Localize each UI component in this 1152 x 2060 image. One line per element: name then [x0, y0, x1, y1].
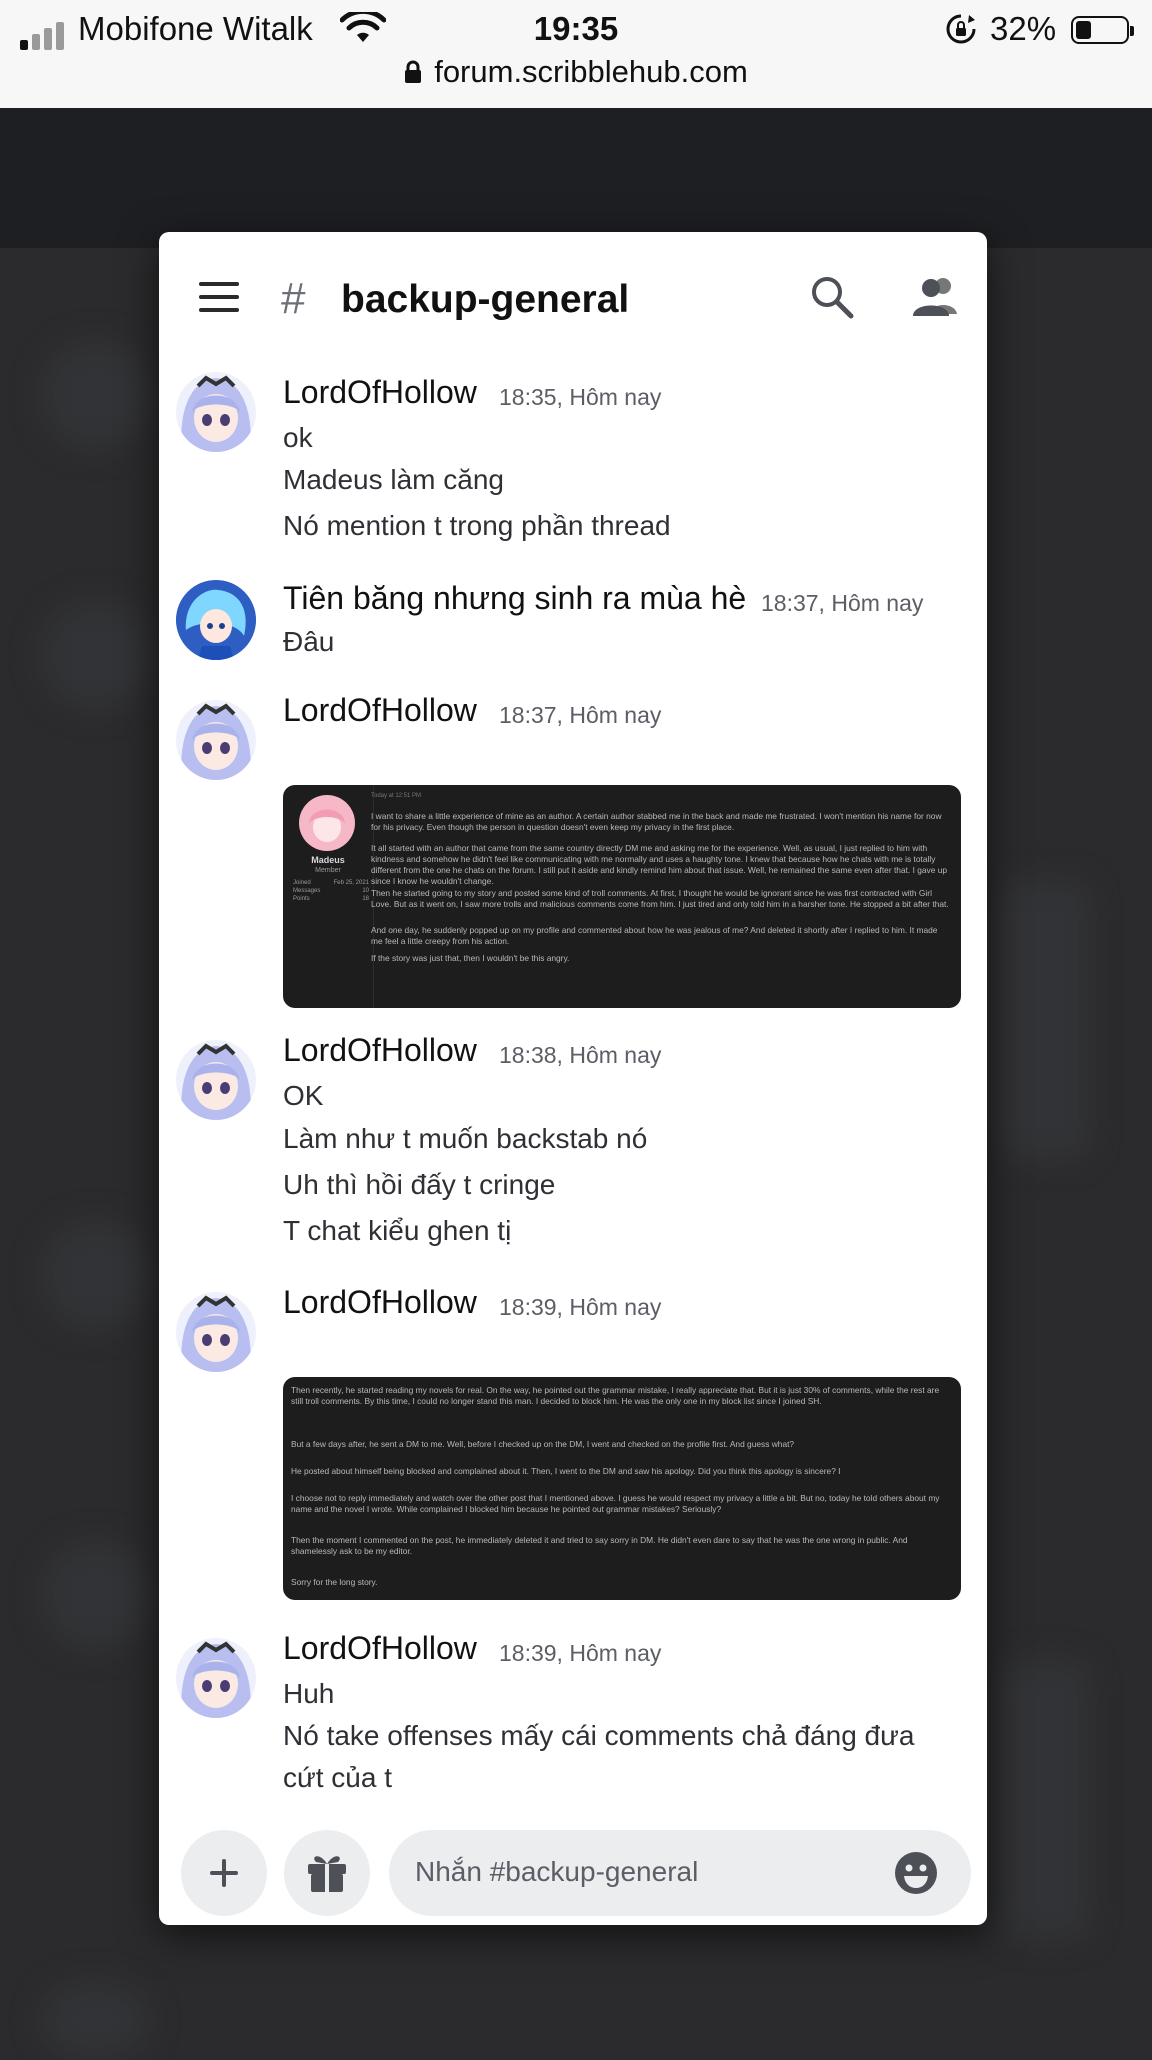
message-timestamp: 18:37, Hôm nay	[499, 702, 662, 728]
message: LordOfHollow 18:39, Hôm nay Then recentl…	[159, 1284, 987, 1604]
background-panel	[1000, 1660, 1090, 1940]
message-line: Nó take offenses mấy cái comments chả đá…	[283, 1720, 915, 1751]
background-avatar	[40, 1220, 150, 1330]
message: LordOfHollow 18:38, Hôm nay OK Làm như t…	[159, 1032, 987, 1272]
status-row: Mobifone Witalk 19:35 32%	[0, 8, 1152, 52]
message-line: T chat kiểu ghen tị	[283, 1215, 512, 1246]
background-avatar	[40, 1540, 150, 1650]
status-time: 19:35	[533, 10, 619, 47]
background-avatar	[40, 600, 150, 710]
profile-name: Madeus	[311, 855, 345, 865]
post-paragraph: It all started with an author that came …	[371, 843, 948, 886]
post-paragraph: Then he started going to my story and po…	[371, 888, 949, 909]
chat-window: # backup-general LordOfHollow 18:35, Hôm…	[159, 232, 987, 1925]
message-line: ok	[283, 422, 313, 453]
gift-icon	[308, 1856, 346, 1892]
channel-hash-icon: #	[281, 274, 306, 323]
image-attachment[interactable]: Then recently, he started reading my nov…	[283, 1377, 961, 1600]
message-timestamp: 18:38, Hôm nay	[499, 1042, 662, 1068]
channel-title: backup-general	[341, 278, 630, 321]
message: LordOfHollow 18:35, Hôm nay ok Madeus là…	[159, 362, 987, 562]
message-line: Uh thì hồi đấy t cringe	[283, 1169, 556, 1200]
image-attachment[interactable]: Madeus Member Joined Feb 25, 2021 Message…	[283, 785, 961, 1008]
profile-role: Member	[315, 867, 341, 874]
background-page-header	[0, 108, 1152, 248]
message: Tiên băng nhưng sinh ra mùa hè 18:37, Hô…	[159, 572, 987, 682]
battery-fill	[1076, 21, 1091, 39]
avatar[interactable]	[176, 700, 256, 780]
author-name[interactable]: LordOfHollow	[283, 1284, 477, 1321]
emoji-icon[interactable]	[893, 1850, 939, 1896]
author-name[interactable]: LordOfHollow	[283, 1630, 477, 1667]
background-panel	[1000, 880, 1090, 1160]
members-icon[interactable]	[911, 274, 961, 318]
author-name[interactable]: LordOfHollow	[283, 692, 477, 729]
author-name[interactable]: Tiên băng nhưng sinh ra mùa hè	[283, 580, 746, 617]
message: LordOfHollow 18:37, Hôm nay Madeus Membe…	[159, 692, 987, 1012]
channel-header: # backup-general	[159, 232, 987, 362]
message-line: cứt của t	[283, 1762, 393, 1793]
profile-stats: Joined Feb 25, 2021 Messages 10 Points 18	[293, 880, 369, 902]
post-paragraph: If the story was just that, then I would…	[371, 953, 570, 963]
message-line: Làm như t muốn backstab nó	[283, 1123, 648, 1154]
avatar[interactable]	[176, 1040, 256, 1120]
message-timestamp: 18:35, Hôm nay	[499, 384, 662, 410]
avatar[interactable]	[176, 1638, 256, 1718]
avatar[interactable]	[176, 1292, 256, 1372]
gift-button[interactable]	[284, 1830, 370, 1916]
post-paragraph: But a few days after, he sent a DM to me…	[291, 1439, 795, 1449]
hamburger-icon[interactable]	[199, 282, 239, 312]
profile-avatar-icon	[299, 795, 355, 851]
status-bar: Mobifone Witalk 19:35 32% forum.scribble…	[0, 0, 1152, 108]
message-line: Nó mention t trong phần thread	[283, 510, 671, 541]
search-icon[interactable]	[809, 274, 855, 320]
post-paragraph: He posted about himself being blocked an…	[291, 1466, 841, 1476]
message-timestamp: 18:39, Hôm nay	[499, 1640, 662, 1666]
avatar[interactable]	[176, 580, 256, 660]
url-text: forum.scribblehub.com	[434, 54, 748, 89]
message-line: Madeus làm căng	[283, 464, 505, 495]
message-input-placeholder: Nhắn #backup-general	[415, 1856, 699, 1887]
avatar[interactable]	[176, 372, 256, 452]
add-attachment-button[interactable]	[181, 1830, 267, 1916]
post-paragraph: And one day, he suddenly popped up on my…	[371, 925, 938, 946]
author-name[interactable]: LordOfHollow	[283, 374, 477, 411]
message-composer: Nhắn #backup-general	[159, 1822, 987, 1925]
lock-icon	[405, 60, 422, 83]
post-paragraph: Then recently, he started reading my nov…	[291, 1385, 940, 1406]
post-paragraph: I want to share a little experience of m…	[371, 811, 942, 832]
author-name[interactable]: LordOfHollow	[283, 1032, 477, 1069]
url-bar[interactable]: forum.scribblehub.com	[0, 54, 1152, 98]
battery-percent: 32%	[990, 10, 1057, 47]
message-input[interactable]: Nhắn #backup-general	[389, 1830, 971, 1916]
background-avatar	[40, 340, 150, 450]
post-paragraph: Then the moment I commented on the post,…	[291, 1535, 908, 1556]
rotation-lock-icon	[946, 14, 976, 44]
message-line: Huh	[283, 1678, 335, 1709]
message-line: Đâu	[283, 626, 335, 657]
message: LordOfHollow 18:39, Hôm nay Huh Nó take …	[159, 1630, 987, 1822]
message-timestamp: 18:39, Hôm nay	[499, 1294, 662, 1320]
background-avatar	[40, 1980, 150, 2060]
battery-icon	[1071, 16, 1134, 44]
message-timestamp: 18:37, Hôm nay	[761, 590, 924, 616]
post-paragraph: Sorry for the long story.	[291, 1577, 378, 1587]
plus-icon	[210, 1859, 238, 1887]
post-date: Today at 12:51 PM	[371, 793, 422, 799]
post-paragraph: I choose not to reply immediately and wa…	[291, 1493, 940, 1514]
message-line: OK	[283, 1080, 324, 1111]
